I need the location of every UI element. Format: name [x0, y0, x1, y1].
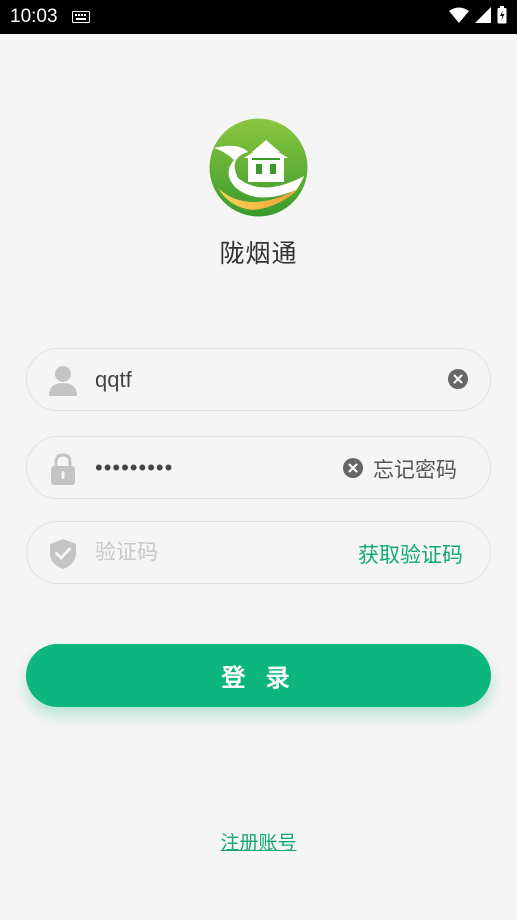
username-field[interactable] [26, 348, 491, 411]
status-time: 10:03 [10, 6, 58, 27]
password-input[interactable] [95, 451, 335, 485]
signal-icon [475, 7, 491, 27]
login-button[interactable]: 登 录 [26, 644, 491, 707]
status-bar: 10:03 [0, 0, 517, 34]
verification-field[interactable]: 获取验证码 [26, 521, 491, 584]
clear-password-icon[interactable] [343, 458, 363, 478]
logo-icon [208, 118, 309, 217]
forgot-password-link[interactable]: 忘记密码 [373, 454, 457, 484]
username-input[interactable] [95, 363, 435, 397]
verification-input[interactable] [95, 536, 335, 570]
keyboard-icon [71, 11, 90, 23]
user-icon [48, 365, 78, 397]
get-code-button[interactable]: 获取验证码 [358, 539, 463, 569]
status-icons [449, 6, 507, 28]
battery-icon [497, 6, 507, 28]
shield-icon [48, 538, 78, 570]
password-field[interactable]: 忘记密码 [26, 436, 491, 499]
clear-username-icon[interactable] [448, 369, 468, 389]
register-link[interactable]: 注册账号 [0, 828, 517, 855]
app-name: 陇烟通 [219, 239, 298, 268]
lock-icon [48, 453, 78, 485]
wifi-icon [449, 7, 469, 27]
